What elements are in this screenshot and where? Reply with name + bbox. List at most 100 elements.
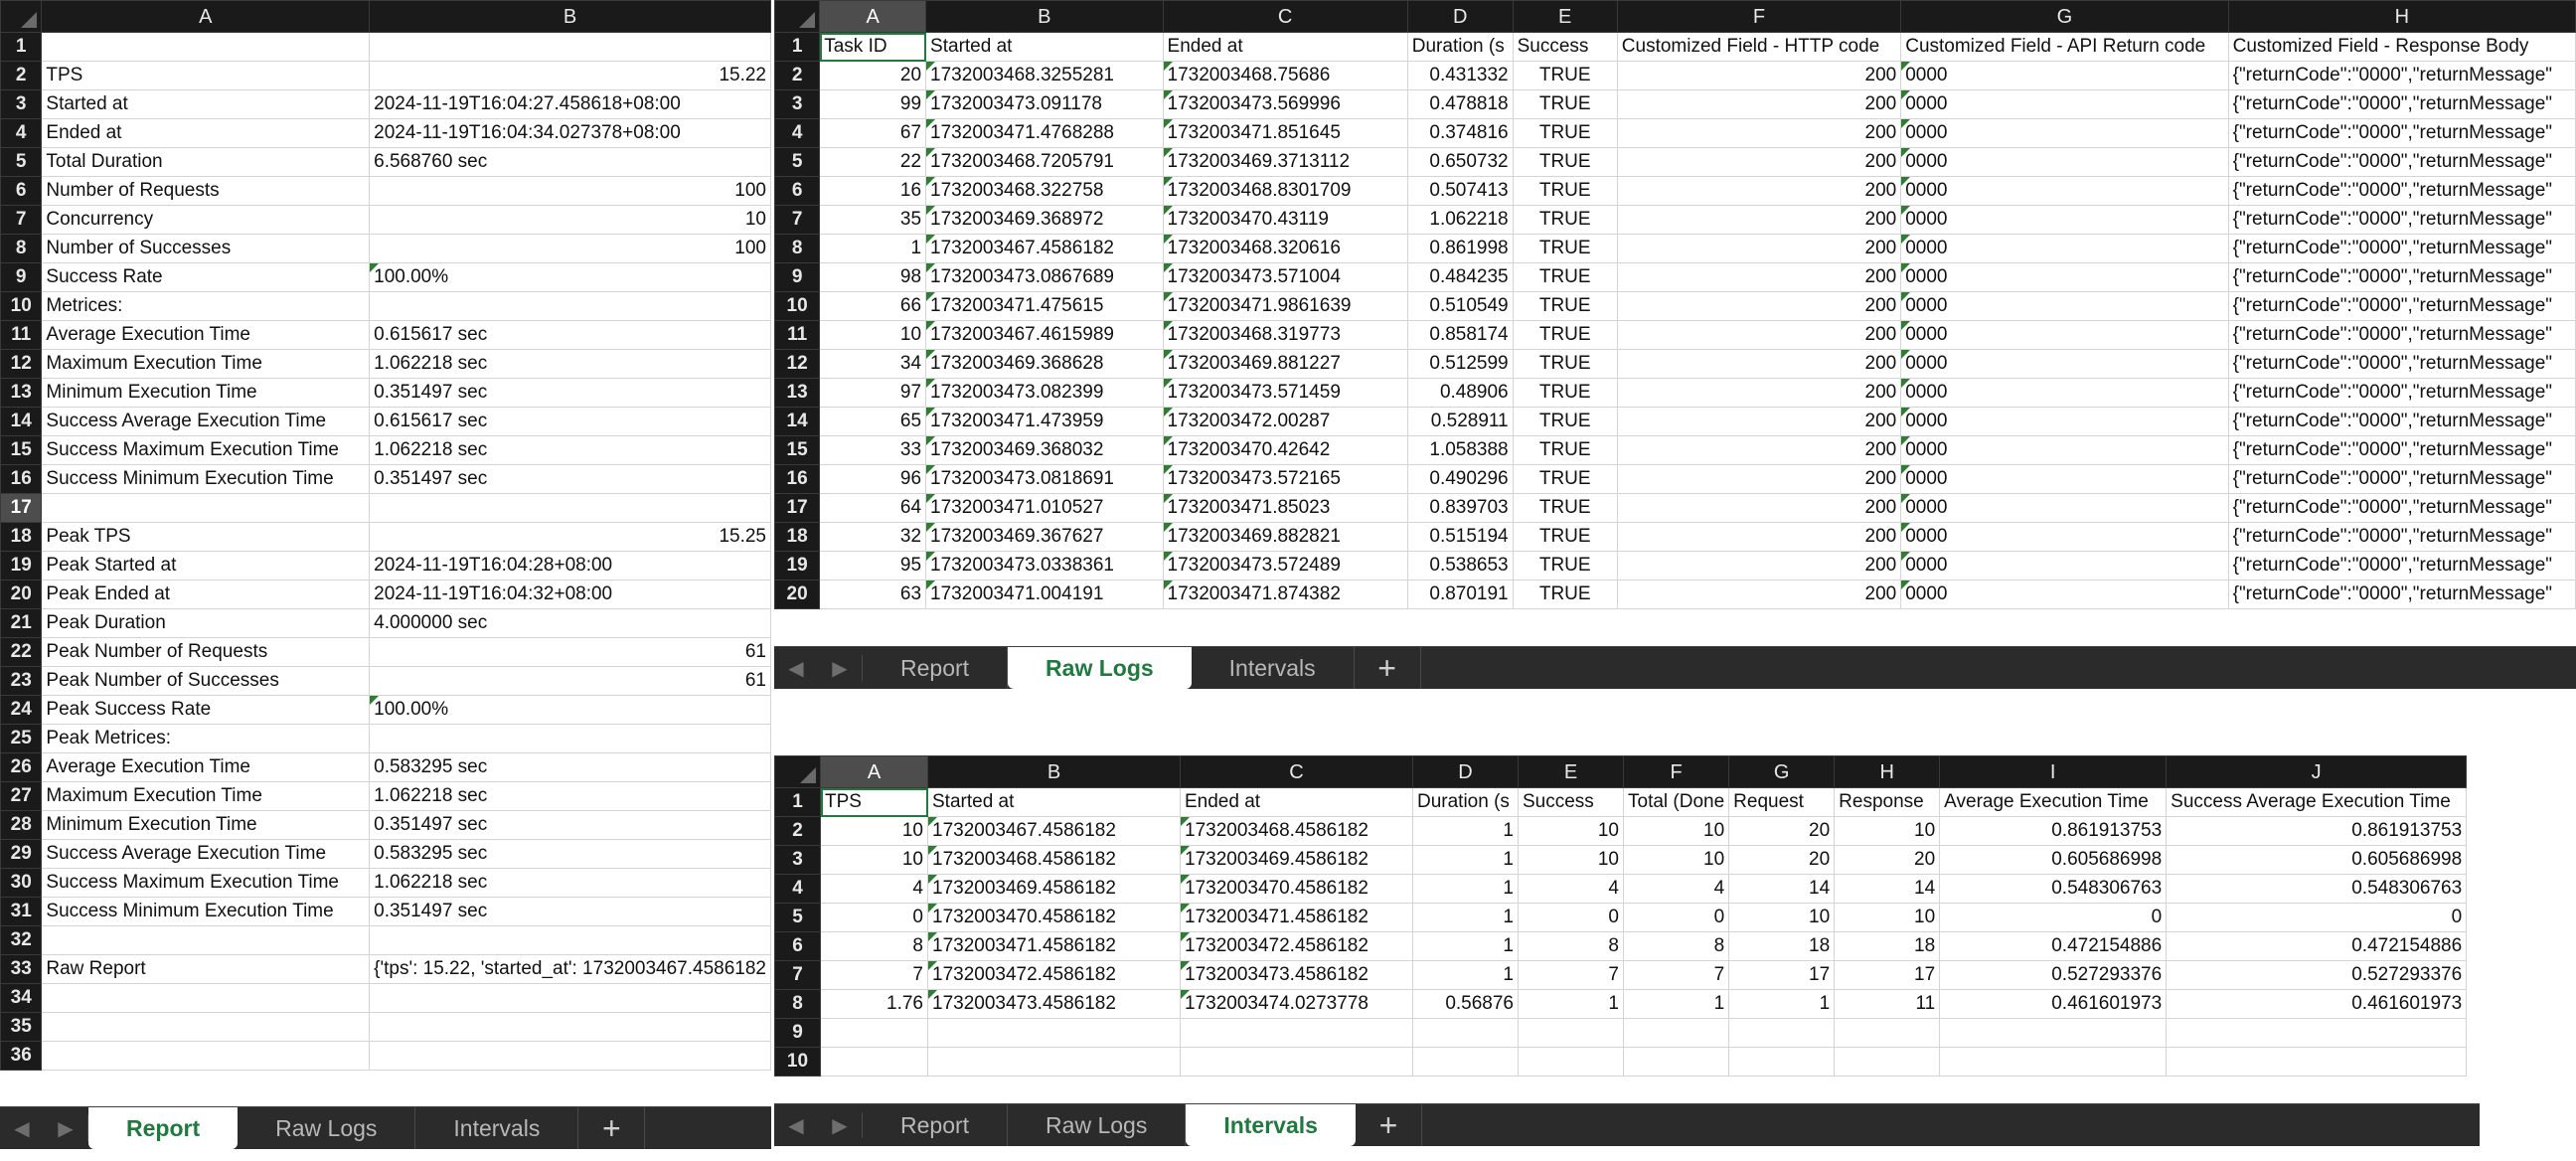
select-all-corner[interactable]: [774, 755, 821, 788]
cell[interactable]: Total (Done: [1622, 787, 1730, 817]
cell[interactable]: Total Duration: [41, 147, 371, 177]
row-header[interactable]: 8: [774, 234, 821, 263]
cell[interactable]: 1732003472.4586182: [1180, 931, 1413, 961]
cell[interactable]: 0000: [1900, 205, 2229, 235]
cell[interactable]: 0.472154886: [1939, 931, 2168, 961]
row-header[interactable]: 3: [774, 845, 821, 875]
cell[interactable]: 2024-11-19T16:04:28+08:00: [369, 551, 771, 580]
cell[interactable]: 0000: [1900, 61, 2229, 90]
cell[interactable]: 20: [1728, 845, 1836, 875]
cell[interactable]: Task ID: [819, 32, 927, 62]
cell[interactable]: Number of Requests: [41, 176, 371, 206]
cell[interactable]: 0.858174: [1406, 320, 1514, 350]
cell[interactable]: 0.431332: [1406, 61, 1514, 90]
row-header[interactable]: 28: [0, 810, 43, 840]
cell[interactable]: Ended at: [1180, 787, 1413, 817]
cell[interactable]: 10: [820, 845, 928, 875]
cell[interactable]: 20: [819, 61, 927, 90]
cell[interactable]: [1622, 1047, 1730, 1077]
cell[interactable]: Peak TPS: [41, 522, 371, 552]
cell[interactable]: 7: [820, 960, 928, 990]
column-header-e[interactable]: E: [1512, 0, 1618, 33]
cell[interactable]: 200: [1616, 176, 1902, 206]
cell[interactable]: 2024-11-19T16:04:27.458618+08:00: [369, 89, 771, 119]
cell[interactable]: 1.76: [820, 989, 928, 1019]
row-header[interactable]: 11: [774, 320, 821, 350]
cell[interactable]: 1732003469.368032: [925, 435, 1164, 465]
cell[interactable]: 1732003471.473959: [925, 407, 1164, 436]
cell[interactable]: 200: [1616, 551, 1902, 580]
cell[interactable]: 0.351497 sec: [369, 464, 771, 494]
cell[interactable]: 0.490296: [1406, 464, 1514, 494]
cell[interactable]: {"returnCode":"0000","returnMessage": [2227, 349, 2576, 379]
row-header[interactable]: 2: [774, 816, 821, 846]
cell[interactable]: [2166, 1047, 2468, 1077]
cell[interactable]: TRUE: [1512, 464, 1618, 494]
column-header-d[interactable]: D: [1406, 0, 1514, 33]
cell[interactable]: 200: [1616, 61, 1902, 90]
cell[interactable]: 8: [1518, 931, 1624, 961]
cell[interactable]: 0.351497 sec: [369, 378, 771, 408]
cell[interactable]: Average Execution Time: [41, 320, 371, 350]
cell[interactable]: 18: [1834, 931, 1941, 961]
cell[interactable]: TRUE: [1512, 118, 1618, 148]
cell[interactable]: 200: [1616, 407, 1902, 436]
cell[interactable]: Peak Duration: [41, 608, 371, 638]
row-header[interactable]: 12: [0, 349, 43, 379]
tab-intervals[interactable]: Intervals: [1192, 647, 1355, 689]
add-sheet-button[interactable]: +: [578, 1107, 646, 1149]
tab-intervals[interactable]: Intervals: [415, 1107, 579, 1149]
row-header[interactable]: 9: [0, 262, 43, 292]
cell[interactable]: 61: [369, 666, 771, 696]
cell[interactable]: 0.861913753: [2166, 816, 2468, 846]
cell[interactable]: [1518, 1018, 1624, 1048]
cell[interactable]: TPS: [41, 61, 371, 90]
row-header[interactable]: 23: [0, 666, 43, 696]
cell[interactable]: 14: [1728, 874, 1836, 904]
cell[interactable]: 97: [819, 378, 927, 408]
cell[interactable]: 1.058388: [1406, 435, 1514, 465]
column-header-c[interactable]: C: [1180, 755, 1413, 788]
cell[interactable]: 0.583295 sec: [369, 752, 771, 782]
tab-intervals[interactable]: Intervals: [1186, 1104, 1356, 1146]
column-header-a[interactable]: A: [41, 0, 371, 33]
row-header[interactable]: 2: [774, 61, 821, 90]
cell[interactable]: 1: [1728, 989, 1836, 1019]
cell[interactable]: 0.527293376: [2166, 960, 2468, 990]
cell[interactable]: Ended at: [41, 118, 371, 148]
select-all-corner[interactable]: [774, 0, 821, 33]
cell[interactable]: 1: [1412, 816, 1519, 846]
cell[interactable]: 1732003469.3713112: [1162, 147, 1408, 177]
cell[interactable]: {"returnCode":"0000","returnMessage": [2227, 234, 2576, 263]
cell[interactable]: 96: [819, 464, 927, 494]
cell[interactable]: 0.870191: [1406, 580, 1514, 609]
row-header[interactable]: 15: [774, 435, 821, 465]
column-header-b[interactable]: B: [369, 0, 771, 33]
cell[interactable]: 200: [1616, 435, 1902, 465]
cell[interactable]: 2024-11-19T16:04:34.027378+08:00: [369, 118, 771, 148]
cell[interactable]: [820, 1018, 928, 1048]
cell[interactable]: [927, 1018, 1181, 1048]
row-header[interactable]: 2: [0, 61, 43, 90]
cell[interactable]: 200: [1616, 89, 1902, 119]
cell[interactable]: 1732003471.4586182: [1180, 903, 1413, 932]
cell[interactable]: 17: [1728, 960, 1836, 990]
cell[interactable]: [1518, 1047, 1624, 1077]
row-header[interactable]: 4: [774, 118, 821, 148]
cell[interactable]: TRUE: [1512, 435, 1618, 465]
cell[interactable]: 1732003471.475615: [925, 291, 1164, 321]
cell[interactable]: 0.56876: [1412, 989, 1519, 1019]
cell[interactable]: 1732003474.0273778: [1180, 989, 1413, 1019]
cell[interactable]: 6.568760 sec: [369, 147, 771, 177]
cell[interactable]: 0000: [1900, 551, 2229, 580]
cell[interactable]: 1.062218 sec: [369, 349, 771, 379]
cell[interactable]: 20: [1728, 816, 1836, 846]
cell[interactable]: {"returnCode":"0000","returnMessage": [2227, 551, 2576, 580]
cell[interactable]: {"returnCode":"0000","returnMessage": [2227, 320, 2576, 350]
cell[interactable]: {"returnCode":"0000","returnMessage": [2227, 262, 2576, 292]
cell[interactable]: TRUE: [1512, 176, 1618, 206]
cell[interactable]: 1732003468.4586182: [1180, 816, 1413, 846]
cell[interactable]: 0.528911: [1406, 407, 1514, 436]
cell[interactable]: [369, 1041, 771, 1071]
cell[interactable]: 1732003470.4586182: [927, 903, 1181, 932]
